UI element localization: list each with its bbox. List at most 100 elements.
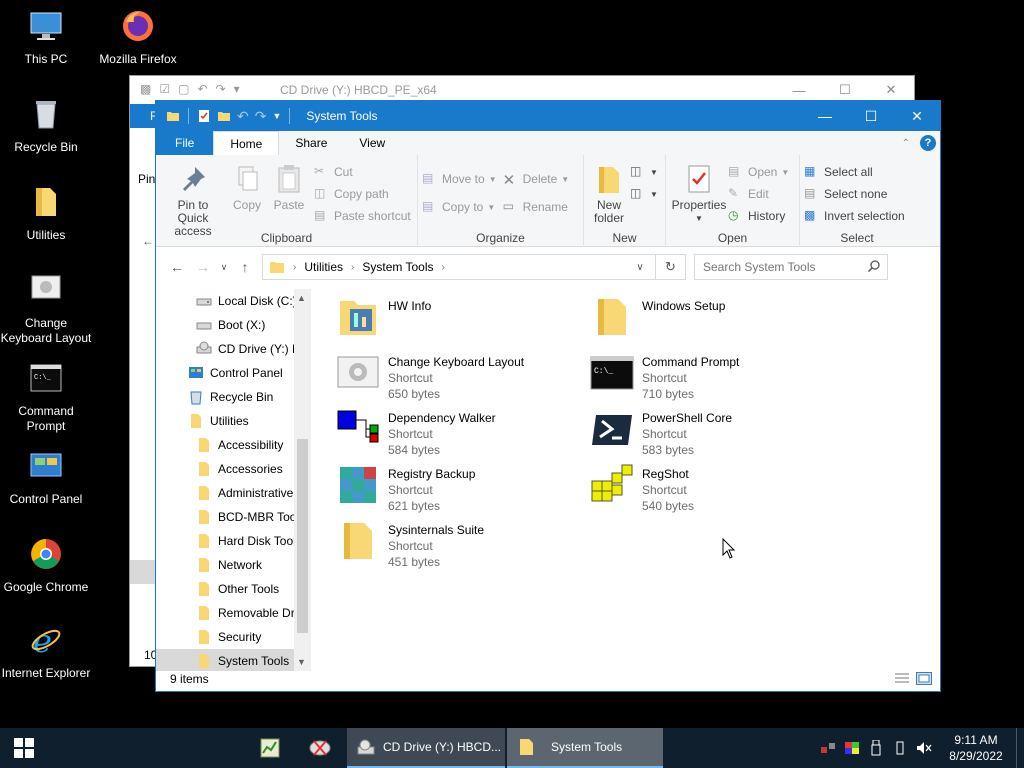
tab-share[interactable]: Share — [279, 131, 344, 155]
select-none-button[interactable]: ▤ Select none — [804, 183, 910, 205]
chevron-right-icon[interactable]: › — [293, 262, 296, 273]
desktop-icon-chrome[interactable]: Google Chrome — [0, 536, 92, 595]
collapse-ribbon-icon[interactable]: ⌃ — [902, 138, 910, 149]
volume-muted-icon[interactable] — [912, 728, 936, 768]
delete-button[interactable]: ✕ Delete ▼ — [503, 165, 570, 193]
properties-button[interactable]: Properties ▼ — [670, 159, 728, 227]
up-arrow-icon[interactable]: ↑ — [232, 254, 258, 280]
display-icon[interactable] — [840, 728, 864, 768]
desktop-icon-this-pc[interactable]: This PC — [0, 8, 92, 67]
address-dropdown-icon[interactable]: ∨ — [629, 255, 651, 279]
properties-icon[interactable] — [197, 109, 211, 123]
refresh-icon[interactable]: ↻ — [655, 255, 685, 279]
file-item-hw-info[interactable]: HW Info — [326, 291, 576, 345]
cut-button[interactable]: ✂ Cut — [314, 161, 411, 183]
taskbar-task-system-tools[interactable]: System Tools — [507, 728, 663, 768]
select-all-button[interactable]: ▦ Select all — [804, 161, 910, 183]
show-desktop-button[interactable] — [1016, 728, 1024, 768]
chevron-right-icon[interactable]: › — [351, 262, 354, 273]
file-item-powershell-core[interactable]: PowerShell Core Shortcut 583 bytes — [580, 403, 830, 457]
new-item-button[interactable]: ◫ ▼ — [630, 161, 658, 183]
nav-item-removable-drive[interactable]: Removable Dri — [196, 601, 297, 625]
nav-item-network[interactable]: Network — [196, 553, 262, 577]
nav-item-other-tools[interactable]: Other Tools — [196, 577, 279, 601]
usb-device-icon[interactable] — [864, 728, 888, 768]
desktop-icon-recycle-bin[interactable]: Recycle Bin — [0, 96, 92, 155]
details-view-icon[interactable] — [894, 672, 910, 685]
file-item-sysinternals-suite[interactable]: Sysinternals Suite Shortcut 451 bytes — [326, 515, 576, 569]
start-button[interactable] — [0, 728, 48, 768]
invert-selection-button[interactable]: ▩ Invert selection — [804, 205, 910, 227]
desktop-icon-change-keyboard[interactable]: Change Keyboard Layout — [0, 272, 92, 346]
nav-item-control-panel[interactable]: Control Panel — [188, 361, 283, 385]
paste-button[interactable]: Paste — [268, 159, 310, 238]
new-folder-icon[interactable] — [217, 109, 231, 123]
chevron-right-icon[interactable]: › — [442, 262, 445, 273]
breadcrumb-system-tools[interactable]: System Tools — [362, 260, 433, 274]
file-item-dependency-walker[interactable]: Dependency Walker Shortcut 584 bytes — [326, 403, 576, 457]
network-tools-icon[interactable] — [816, 728, 840, 768]
desktop-icon-firefox[interactable]: Mozilla Firefox — [92, 8, 184, 67]
desktop-icon-control-panel[interactable]: Control Panel — [0, 448, 92, 507]
pin-to-quick-access-button[interactable]: Pin to Quick access — [160, 159, 226, 238]
nav-item-administrative[interactable]: Administrative — [196, 481, 293, 505]
explorer-window[interactable]: ↶ ↷ ▼ System Tools — ☐ ✕ File Home Share… — [155, 100, 941, 692]
undo-icon[interactable]: ↶ — [237, 108, 249, 125]
forward-arrow-icon[interactable]: → — [190, 254, 216, 280]
navigation-scrollbar[interactable]: ▲ ▼ — [294, 289, 311, 671]
large-icons-view-icon[interactable] — [916, 672, 932, 685]
recent-locations-chevron-icon[interactable]: ∨ — [216, 254, 232, 280]
desktop-icon-internet-explorer[interactable]: e Internet Explorer — [0, 622, 92, 681]
maximize-button[interactable]: ☐ — [848, 101, 894, 131]
nav-item-hard-disk-tools[interactable]: Hard Disk Tools — [196, 529, 302, 553]
file-item-command-prompt[interactable]: C:\_ Command Prompt Shortcut 710 bytes — [580, 347, 830, 401]
address-bar[interactable]: › Utilities › System Tools › ∨ ↻ — [262, 254, 686, 280]
back-arrow-icon[interactable]: ← — [164, 254, 190, 280]
new-folder-button[interactable]: New folder — [588, 159, 630, 225]
taskbar-pinned-app-2[interactable] — [296, 728, 344, 768]
history-button[interactable]: ◷ History — [728, 205, 789, 227]
help-icon[interactable]: ? — [920, 135, 936, 151]
taskbar-clock[interactable]: 9:11 AM 8/29/2022 — [936, 732, 1016, 764]
nav-item-boot[interactable]: Boot (X:) — [196, 313, 265, 337]
move-to-button[interactable]: ▤ Move to ▼ — [422, 165, 497, 193]
desktop-icon-command-prompt[interactable]: C:\_ Command Prompt — [0, 360, 92, 434]
power-icon[interactable] — [888, 728, 912, 768]
scroll-down-icon[interactable]: ▼ — [297, 657, 306, 667]
paste-shortcut-button[interactable]: ▤ Paste shortcut — [314, 205, 411, 227]
file-item-change-keyboard-layout[interactable]: Change Keyboard Layout Shortcut 650 byte… — [326, 347, 576, 401]
nav-item-utilities[interactable]: Utilities — [188, 409, 249, 433]
redo-icon[interactable]: ↷ — [255, 108, 267, 125]
edit-button[interactable]: ✎ Edit — [728, 183, 789, 205]
nav-item-accessibility[interactable]: Accessibility — [196, 433, 283, 457]
file-item-regshot[interactable]: RegShot Shortcut 540 bytes — [580, 459, 830, 513]
nav-item-bcd-mbr[interactable]: BCD-MBR Tool — [196, 505, 299, 529]
customize-toolbar-chevron-icon[interactable]: ▼ — [272, 111, 281, 121]
close-button[interactable]: ✕ — [894, 101, 940, 131]
file-item-windows-setup[interactable]: Windows Setup — [580, 291, 830, 345]
search-input[interactable]: Search System Tools — [694, 254, 888, 280]
nav-item-security[interactable]: Security — [196, 625, 261, 649]
easy-access-button[interactable]: ◫ ▼ — [630, 183, 658, 205]
copy-path-button[interactable]: ◫ Copy path — [314, 183, 411, 205]
scroll-up-icon[interactable]: ▲ — [297, 293, 306, 303]
taskbar-pinned-app-1[interactable] — [246, 728, 294, 768]
file-item-registry-backup[interactable]: Registry Backup Shortcut 621 bytes — [326, 459, 576, 513]
rename-button[interactable]: ▭ Rename — [503, 193, 570, 221]
nav-item-accessories[interactable]: Accessories — [196, 457, 283, 481]
nav-item-local-disk[interactable]: Local Disk (C:) — [196, 289, 297, 313]
tab-view[interactable]: View — [343, 131, 402, 155]
minimize-button[interactable]: — — [802, 101, 848, 131]
tab-file[interactable]: File — [156, 131, 214, 155]
scrollbar-thumb[interactable] — [297, 439, 308, 633]
copy-button[interactable]: Copy — [226, 159, 268, 238]
open-button[interactable]: ▤ Open ▼ — [728, 161, 789, 183]
nav-item-recycle-bin[interactable]: Recycle Bin — [188, 385, 273, 409]
taskbar-task-cd-drive[interactable]: CD Drive (Y:) HBCD... — [347, 728, 505, 768]
breadcrumb-utilities[interactable]: Utilities — [304, 260, 343, 274]
nav-item-cd-drive[interactable]: CD Drive (Y:) H — [196, 337, 301, 361]
scissors-icon: ✂ — [314, 164, 325, 178]
copy-to-button[interactable]: ▤ Copy to ▼ — [422, 193, 497, 221]
tab-home[interactable]: Home — [213, 131, 280, 155]
desktop-icon-utilities[interactable]: Utilities — [0, 184, 92, 243]
